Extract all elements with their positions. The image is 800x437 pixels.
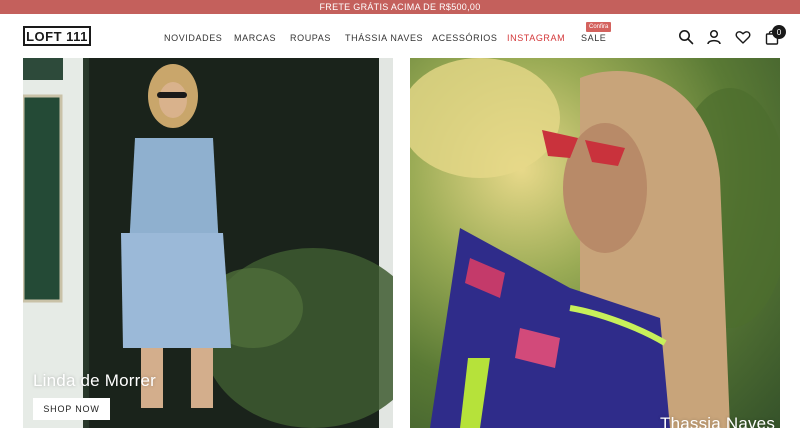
nav-item-novidades[interactable]: NOVIDADES [164, 33, 222, 43]
promo-text: FRETE GRÁTIS ACIMA DE R$500,00 [319, 2, 481, 12]
banner-right-photo [410, 58, 780, 428]
banner-thassia-naves[interactable]: Thassia Naves [410, 58, 780, 428]
cart-count-badge: 0 [772, 25, 786, 39]
search-icon[interactable] [678, 29, 694, 45]
nav-item-instagram[interactable]: INSTAGRAM [507, 33, 565, 43]
shop-now-button[interactable]: SHOP NOW [33, 398, 110, 420]
nav-item-thassia-naves[interactable]: THÁSSIA NAVES [345, 33, 423, 43]
site-header: LOFT 111 NOVIDADES MARCAS ROUPAS THÁSSIA… [0, 14, 800, 58]
nav-item-acessorios[interactable]: ACESSÓRIOS [432, 33, 498, 43]
sale-badge: Confira [586, 22, 612, 32]
banner-title: Thassia Naves [660, 414, 776, 428]
nav-item-sale[interactable]: SALE [581, 33, 606, 43]
promo-bar: FRETE GRÁTIS ACIMA DE R$500,00 [0, 0, 800, 14]
nav-item-marcas[interactable]: MARCAS [234, 33, 276, 43]
nav-item-roupas[interactable]: ROUPAS [290, 33, 331, 43]
banner-title: Linda de Morrer [33, 371, 157, 390]
user-icon[interactable] [706, 29, 722, 45]
heart-icon[interactable] [735, 29, 751, 45]
banner-linda-de-morrer[interactable]: Linda de Morrer SHOP NOW [23, 58, 393, 428]
